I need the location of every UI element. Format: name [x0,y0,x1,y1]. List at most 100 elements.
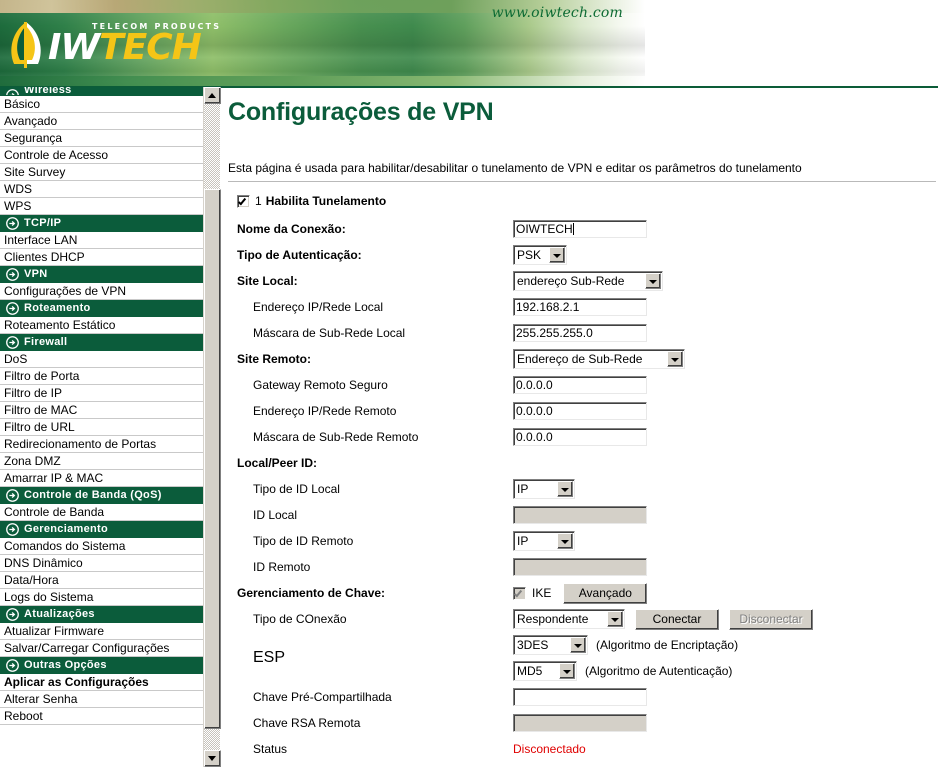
sidebar-section-atualizacoes[interactable]: Atualizações [0,606,203,623]
sidebar-section-gerenciamento[interactable]: Gerenciamento [0,521,203,538]
sidebar-item-roteamento-estatico[interactable]: Roteamento Estático [0,317,203,334]
esp-label: ESP [253,649,286,666]
sidebar-item-wps[interactable]: WPS [0,198,203,215]
field-local-id: ID Local [228,502,938,528]
sidebar-item-label: Configurações de VPN [4,284,127,298]
sidebar-item-label: Avançado [4,114,58,128]
local-id-type-select[interactable]: IP [513,479,575,499]
remote-id-label: ID Remoto [253,560,311,574]
sidebar-item-dns-dinamico[interactable]: DNS Dinâmico [0,555,203,572]
connect-button[interactable]: Conectar [635,608,719,630]
sidebar-item-avancado[interactable]: Avançado [0,113,203,130]
esp-auth-note: (Algoritmo de Autenticação) [585,664,733,678]
advanced-button[interactable]: Avançado [563,582,648,604]
text-caret [572,223,574,235]
sidebar-item-amarrar-ip-mac[interactable]: Amarrar IP & MAC [0,470,203,487]
sidebar-item-label: Reboot [4,709,43,723]
logo-leaf-icon [11,22,41,68]
sidebar-item-salvar-carregar-configuracoes[interactable]: Salvar/Carregar Configurações [0,640,203,657]
ike-checkbox[interactable] [513,586,526,600]
sidebar-item-label: DoS [4,352,28,366]
sidebar-item-label: Amarrar IP & MAC [4,471,104,485]
scroll-down-button[interactable] [204,750,221,767]
local-site-label: Site Local: [237,274,298,288]
sidebar-item-dos[interactable]: DoS [0,351,203,368]
local-peer-id-label: Local/Peer ID: [237,456,318,470]
check-icon [513,588,523,597]
sidebar-item-label: TCP/IP [24,217,62,229]
chevron-down-icon [645,273,661,289]
field-remote-gateway: Gateway Remoto Seguro 0.0.0.0 [228,372,938,398]
sidebar-item-data-hora[interactable]: Data/Hora [0,572,203,589]
sidebar-item-filtro-de-porta[interactable]: Filtro de Porta [0,368,203,385]
sidebar-section-controle-de-banda-qos[interactable]: Controle de Banda (QoS) [0,487,203,504]
sidebar-item-controle-de-acesso[interactable]: Controle de Acesso [0,147,203,164]
sidebar-item-seguranca[interactable]: Segurança [0,130,203,147]
sidebar-item-wds[interactable]: WDS [0,181,203,198]
remote-gateway-input[interactable]: 0.0.0.0 [513,376,647,394]
scrollbar-thumb[interactable] [204,189,221,729]
remote-id-type-select[interactable]: IP [513,531,575,551]
sidebar-item-alterar-senha[interactable]: Alterar Senha [0,691,203,708]
sidebar-item-controle-de-banda[interactable]: Controle de Banda [0,504,203,521]
sidebar-item-aplicar-as-configuracoes[interactable]: Aplicar as Configurações [0,674,203,691]
sidebar-item-reboot[interactable]: Reboot [0,708,203,725]
scroll-up-button[interactable] [204,87,221,104]
sidebar-item-zona-dmz[interactable]: Zona DMZ [0,453,203,470]
page-title: Configurações de VPN [228,98,494,126]
chevron-down-icon [570,637,586,653]
sidebar-item-clientes-dhcp[interactable]: Clientes DHCP [0,249,203,266]
sidebar-item-filtro-de-mac[interactable]: Filtro de MAC [0,402,203,419]
chevron-down-icon [549,247,565,263]
remote-rsa-key-input[interactable] [513,714,647,732]
preshared-key-label: Chave Pré-Compartilhada [253,690,392,704]
enable-tunnel-checkbox[interactable] [237,194,250,208]
sidebar-item-label: Outras Opções [24,659,107,671]
sidebar-item-filtro-de-ip[interactable]: Filtro de IP [0,385,203,402]
sidebar-item-label: Básico [4,97,41,111]
sidebar-item-label: Clientes DHCP [4,250,85,264]
sidebar-item-logs-do-sistema[interactable]: Logs do Sistema [0,589,203,606]
sidebar-item-filtro-de-url[interactable]: Filtro de URL [0,419,203,436]
remote-gateway-label: Gateway Remoto Seguro [253,378,388,392]
esp-auth-select[interactable]: MD5 [513,661,577,681]
chevron-down-icon [667,351,683,367]
remote-id-input[interactable] [513,558,647,576]
auth-type-select[interactable]: PSK [513,245,567,265]
field-remote-rsa-key: Chave RSA Remota [228,710,938,736]
sidebar-item-configuracoes-de-vpn[interactable]: Configurações de VPN [0,283,203,300]
local-ip-input[interactable]: 192.168.2.1 [513,298,647,316]
sidebar-item-label: Atualizações [24,608,95,620]
sidebar-item-label: Roteamento [24,302,91,314]
sidebar-section-wireless[interactable]: Wireless [0,87,203,96]
remote-ip-input[interactable]: 0.0.0.0 [513,402,647,420]
sidebar-section-vpn[interactable]: VPN [0,266,203,283]
sidebar-section-firewall[interactable]: Firewall [0,334,203,351]
sidebar-item-basico[interactable]: Básico [0,96,203,113]
field-local-ip: Endereço IP/Rede Local 192.168.2.1 [228,294,938,320]
sidebar-scrollbar[interactable] [203,87,221,767]
sidebar-item-interface-lan[interactable]: Interface LAN [0,232,203,249]
local-id-input[interactable] [513,506,647,524]
arrow-circle-icon [6,659,19,672]
sidebar-item-comandos-do-sistema[interactable]: Comandos do Sistema [0,538,203,555]
disconnect-button[interactable]: Disconectar [729,608,813,630]
remote-mask-input[interactable]: 0.0.0.0 [513,428,647,446]
connection-name-input[interactable]: OIWTECH [513,220,647,238]
local-mask-input[interactable]: 255.255.255.0 [513,324,647,342]
sidebar-section-tcp-ip[interactable]: TCP/IP [0,215,203,232]
local-site-select[interactable]: endereço Sub-Rede [513,271,663,291]
preshared-key-input[interactable] [513,688,647,706]
connection-type-select[interactable]: Respondente [513,609,625,629]
ike-label: IKE [532,586,552,600]
sidebar-item-label: Filtro de URL [4,420,75,434]
sidebar-item-atualizar-firmware[interactable]: Atualizar Firmware [0,623,203,640]
sidebar-item-site-survey[interactable]: Site Survey [0,164,203,181]
banner-website-url: www.oiwtech.com [491,5,623,21]
esp-encryption-select[interactable]: 3DES [513,635,588,655]
sidebar-section-outras-opcoes[interactable]: Outras Opções [0,657,203,674]
sidebar-item-redirecionamento-de-portas[interactable]: Redirecionamento de Portas [0,436,203,453]
sidebar-item-label: VPN [24,268,48,280]
remote-site-select[interactable]: Endereço de Sub-Rede [513,349,685,369]
sidebar-section-roteamento[interactable]: Roteamento [0,300,203,317]
